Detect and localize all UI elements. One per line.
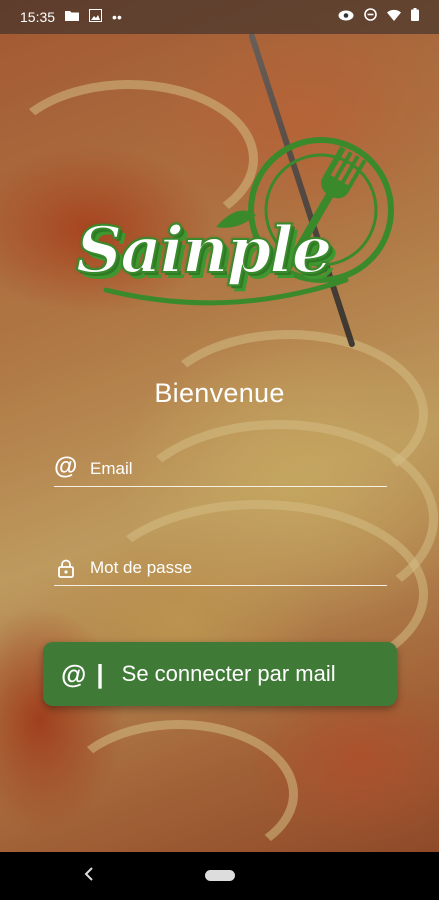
battery-icon [411,8,419,24]
at-icon: @ [54,453,78,480]
app-logo: Sainple [66,135,396,335]
navigation-bar [0,852,439,900]
password-input[interactable] [88,553,382,583]
welcome-title: Bienvenue [154,378,285,408]
lock-icon [58,559,74,583]
more-dots-icon: •• [112,9,122,25]
email-login-button[interactable]: @ | Se connecter par mail [43,642,397,706]
logo-wordmark: Sainple [75,212,333,289]
home-pill-icon[interactable] [205,870,235,881]
status-bar: 15:35 •• [0,0,439,34]
eye-icon [338,8,354,24]
password-field[interactable] [54,553,387,586]
email-input[interactable] [88,454,382,484]
back-chevron-icon[interactable] [84,865,94,888]
email-login-button-label: Se connecter par mail [121,661,336,686]
do-not-disturb-icon [364,8,377,24]
image-icon [89,9,103,25]
email-field[interactable]: @ [54,453,387,487]
wifi-icon [387,8,401,24]
folder-icon [65,10,80,24]
button-separator: | [96,658,104,689]
at-icon: @ [61,658,87,689]
status-time: 15:35 [20,9,56,25]
